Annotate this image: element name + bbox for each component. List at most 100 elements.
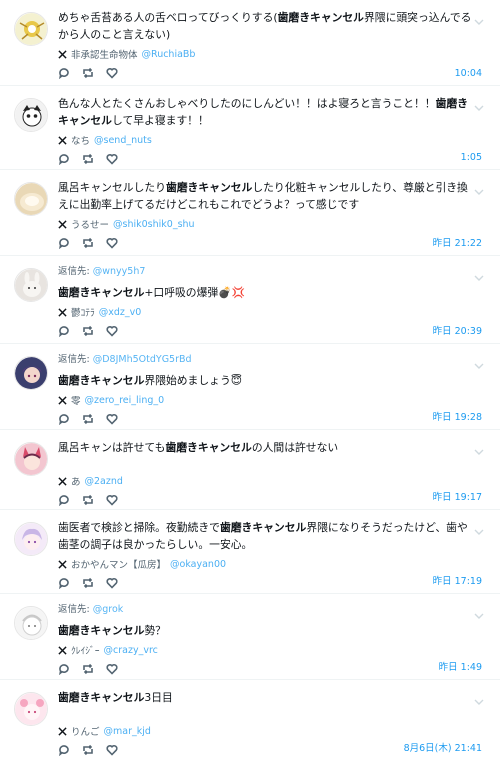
chevron-down-icon[interactable] xyxy=(474,440,484,455)
tweet-item[interactable]: めちゃ舌苔ある人の舌ベロってびっくりする(歯磨きキャンセル界隈に頭突っ込んでるか… xyxy=(0,0,500,86)
author-handle[interactable]: @2aznd xyxy=(85,476,123,487)
like-icon[interactable] xyxy=(106,67,118,79)
tweet-actions xyxy=(58,320,478,342)
reply-icon[interactable] xyxy=(58,237,70,249)
chevron-down-icon[interactable] xyxy=(474,96,484,111)
chevron-down-icon[interactable] xyxy=(474,266,484,281)
author-handle[interactable]: @zero_rei_ling_0 xyxy=(85,395,165,406)
tweet-item[interactable]: 返信先: @grok 歯磨きキャンセル勢？ ｸﾚｲｼﾞｰ @crazy_vrc … xyxy=(0,594,500,680)
reply-to-line: 返信先: @grok xyxy=(58,604,124,615)
chevron-down-icon[interactable] xyxy=(474,604,484,619)
tweet-item[interactable]: 返信先: @D8JMh5OtdYG5rBd 歯磨きキャンセル界隈始めましょう😇 … xyxy=(0,344,500,430)
avatar[interactable] xyxy=(14,98,48,132)
tweet-author[interactable]: なち @send_nuts xyxy=(58,132,478,148)
chevron-down-icon[interactable] xyxy=(474,180,484,195)
tweet-timestamp[interactable]: 1:05 xyxy=(461,152,482,163)
tweet-author[interactable]: あ @2aznd xyxy=(58,473,478,489)
retweet-icon[interactable] xyxy=(82,325,94,337)
tweet-timestamp[interactable]: 昨日 17:19 xyxy=(433,573,482,587)
author-name: りんご xyxy=(71,727,100,738)
tweet-actions xyxy=(58,232,478,254)
tweet-item[interactable]: 返信先: @wnyy5h7 歯磨きキャンセル+口呼吸の爆弾💣💢 鬱ｺﾃﾗ @xd… xyxy=(0,256,500,344)
retweet-icon[interactable] xyxy=(82,237,94,249)
tweet-author[interactable]: 鬱ｺﾃﾗ @xdz_v0 xyxy=(58,304,478,320)
author-name: 零 xyxy=(71,396,81,407)
retweet-icon[interactable] xyxy=(82,577,94,589)
tweet-text: 歯磨きキャンセル+口呼吸の爆弾💣💢 xyxy=(58,286,246,299)
tweet-actions xyxy=(58,148,478,170)
like-icon[interactable] xyxy=(106,663,118,675)
tweet-timestamp[interactable]: 昨日 20:39 xyxy=(433,323,482,337)
author-handle[interactable]: @RuchiaBb xyxy=(142,49,196,60)
avatar[interactable] xyxy=(14,12,48,46)
tweet-text: 歯磨きキャンセル勢？ xyxy=(58,624,166,637)
reply-icon[interactable] xyxy=(58,663,70,675)
x-logo-icon xyxy=(58,219,67,229)
tweet-item[interactable]: 歯医者で検診と掃除。夜勤続きで歯磨きキャンセル界隈になりそうだったけど、歯や歯茎… xyxy=(0,510,500,594)
tweet-item[interactable]: 風呂キャンセルしたり歯磨きキャンセルしたり化粧キャンセルしたり、尊厳と引き換えに… xyxy=(0,170,500,256)
author-handle[interactable]: @okayan00 xyxy=(170,559,226,570)
avatar[interactable] xyxy=(14,182,48,216)
tweet-timestamp[interactable]: 昨日 1:49 xyxy=(439,659,482,673)
author-handle[interactable]: @xdz_v0 xyxy=(99,307,142,318)
reply-icon[interactable] xyxy=(58,577,70,589)
retweet-icon[interactable] xyxy=(82,744,94,756)
like-icon[interactable] xyxy=(106,413,118,425)
like-icon[interactable] xyxy=(106,744,118,756)
reply-icon[interactable] xyxy=(58,153,70,165)
tweet-text: 歯磨きキャンセル界隈始めましょう😇 xyxy=(58,374,243,387)
reply-to-handle[interactable]: @wnyy5h7 xyxy=(93,266,146,277)
author-handle[interactable]: @shik0shik0_shu xyxy=(113,219,195,230)
chevron-down-icon[interactable] xyxy=(474,520,484,535)
author-handle[interactable]: @crazy_vrc xyxy=(104,645,158,656)
tweet-actions xyxy=(58,658,478,680)
tweet-author[interactable]: 非承認生命物体 @RuchiaBb xyxy=(58,46,478,62)
chevron-down-icon[interactable] xyxy=(474,10,484,25)
x-logo-icon xyxy=(58,559,67,569)
reply-icon[interactable] xyxy=(58,67,70,79)
retweet-icon[interactable] xyxy=(82,663,94,675)
reply-icon[interactable] xyxy=(58,413,70,425)
like-icon[interactable] xyxy=(106,237,118,249)
like-icon[interactable] xyxy=(106,153,118,165)
tweet-timestamp[interactable]: 8月6日(木) 21:41 xyxy=(404,740,482,754)
tweet-author[interactable]: おかやんマン【瓜房】 @okayan00 xyxy=(58,556,478,572)
avatar[interactable] xyxy=(14,442,48,476)
author-handle[interactable]: @send_nuts xyxy=(94,135,152,146)
like-icon[interactable] xyxy=(106,577,118,589)
retweet-icon[interactable] xyxy=(82,494,94,506)
tweet-item[interactable]: 歯磨きキャンセル3日目 りんご @mar_kjd 8月6日(木) 21:41 xyxy=(0,680,500,760)
reply-icon[interactable] xyxy=(58,325,70,337)
reply-icon[interactable] xyxy=(58,744,70,756)
retweet-icon[interactable] xyxy=(82,413,94,425)
avatar[interactable] xyxy=(14,268,48,302)
tweet-author[interactable]: 零 @zero_rei_ling_0 xyxy=(58,392,478,408)
tweet-timestamp[interactable]: 昨日 21:22 xyxy=(433,235,482,249)
tweet-timestamp[interactable]: 10:04 xyxy=(455,68,482,79)
tweet-item[interactable]: 色んな人とたくさんおしゃべりしたのにしんどい！！はよ寝ろと言うこと！！歯磨きキャ… xyxy=(0,86,500,170)
reply-to-line: 返信先: @D8JMh5OtdYG5rBd xyxy=(58,354,192,365)
tweet-author[interactable]: りんご @mar_kjd xyxy=(58,723,478,739)
chevron-down-icon[interactable] xyxy=(474,690,484,705)
like-icon[interactable] xyxy=(106,494,118,506)
reply-icon[interactable] xyxy=(58,494,70,506)
avatar[interactable] xyxy=(14,522,48,556)
tweet-timestamp[interactable]: 昨日 19:28 xyxy=(433,409,482,423)
tweet-item[interactable]: 風呂キャンは許せても歯磨きキャンセルの人間は許せない あ @2aznd 昨日 1… xyxy=(0,430,500,510)
tweet-timestamp[interactable]: 昨日 19:17 xyxy=(433,489,482,503)
x-logo-icon xyxy=(58,476,67,486)
avatar[interactable] xyxy=(14,606,48,640)
like-icon[interactable] xyxy=(106,325,118,337)
author-handle[interactable]: @mar_kjd xyxy=(104,726,151,737)
reply-to-handle[interactable]: @grok xyxy=(93,604,124,615)
keyword-highlight: 歯磨きキャンセル xyxy=(165,441,252,454)
retweet-icon[interactable] xyxy=(82,153,94,165)
reply-to-handle[interactable]: @D8JMh5OtdYG5rBd xyxy=(93,354,192,365)
chevron-down-icon[interactable] xyxy=(474,354,484,369)
avatar[interactable] xyxy=(14,356,48,390)
tweet-text: 歯医者で検診と掃除。夜勤続きで歯磨きキャンセル界隈になりそうだったけど、歯や歯茎… xyxy=(58,521,468,551)
tweet-author[interactable]: ｸﾚｲｼﾞｰ @crazy_vrc xyxy=(58,642,478,658)
tweet-author[interactable]: うるせー @shik0shik0_shu xyxy=(58,216,478,232)
retweet-icon[interactable] xyxy=(82,67,94,79)
avatar[interactable] xyxy=(14,692,48,726)
